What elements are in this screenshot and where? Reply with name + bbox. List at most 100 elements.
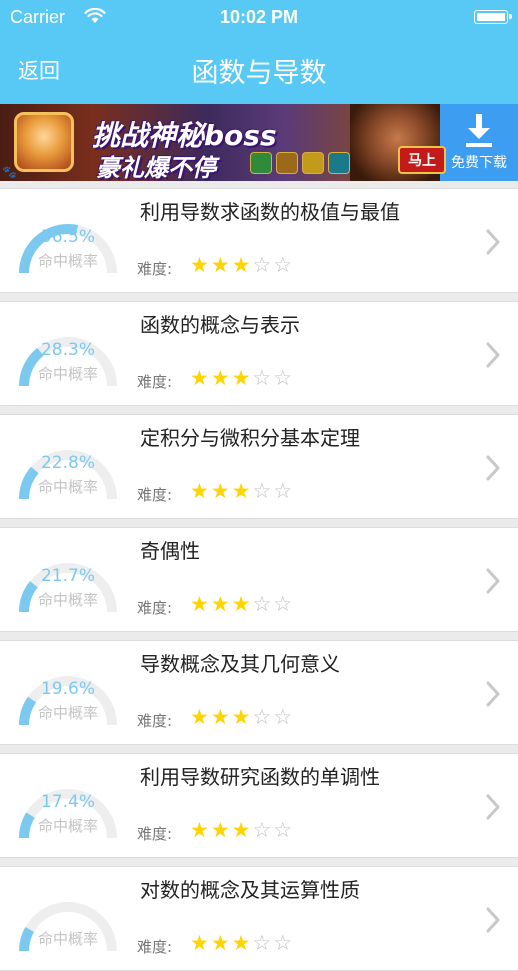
status-bar: Carrier 10:02 PM [0,0,518,36]
star-icon: ☆ [252,931,274,955]
topic-title: 导数概念及其几何意义 [140,652,340,676]
topic-title: 利用导数求函数的极值与最值 [140,200,400,224]
star-icon: ★ [231,705,253,729]
gem-icon [250,152,272,174]
star-icon: ★ [190,366,211,390]
probability-label: 命中概率 [37,365,98,383]
list-item[interactable]: 命中概率 对数的概念及其运算性质 难度: ★★★☆☆ [0,866,518,971]
star-icon: ★ [210,705,232,729]
difficulty-label: 难度: [137,938,173,956]
ad-subheadline: 豪礼爆不停 [96,154,216,181]
probability-label: 命中概率 [37,817,98,835]
difficulty-label: 难度: [137,486,173,504]
topic-title: 奇偶性 [140,539,200,563]
star-icon: ★ [190,931,211,955]
difficulty-stars: ★★★☆☆ [190,818,294,842]
star-icon: ★ [231,592,253,616]
battery-icon [474,10,512,24]
nav-bar: 返回 函数与导数 [0,36,518,104]
chevron-right-icon [486,794,500,820]
status-time: 10:02 PM [219,7,299,27]
chevron-right-icon [486,342,500,368]
star-icon: ★ [190,592,211,616]
probability-label: 命中概率 [37,252,98,270]
topic-title: 对数的概念及其运算性质 [140,878,360,902]
star-icon: ☆ [252,705,274,729]
probability-value: 22.8% [40,453,95,473]
star-icon: ☆ [273,705,295,729]
difficulty-stars: ★★★☆☆ [190,931,294,955]
ad-cta-button[interactable]: 马上 [398,146,446,174]
star-icon: ☆ [273,366,295,390]
star-icon: ★ [190,479,211,503]
list-item[interactable]: 17.4% 命中概率 利用导数研究函数的单调性 难度: ★★★☆☆ [0,753,518,858]
star-icon: ★ [210,592,232,616]
probability-value: 56.5% [40,227,95,247]
chevron-right-icon [486,455,500,481]
list-item[interactable]: 56.5% 命中概率 利用导数求函数的极值与最值 难度: ★★★☆☆ [0,188,518,293]
gem-icon [328,152,350,174]
probability-label: 命中概率 [37,478,98,496]
chevron-right-icon [486,907,500,933]
topic-title: 函数的概念与表示 [140,313,300,337]
probability-value: 21.7% [40,566,95,586]
star-icon: ★ [190,818,211,842]
game-logo-icon [14,112,74,172]
difficulty-label: 难度: [137,260,173,278]
chevron-right-icon [486,681,500,707]
star-icon: ☆ [252,818,274,842]
chevron-right-icon [486,229,500,255]
star-icon: ☆ [252,592,274,616]
difficulty-stars: ★★★☆☆ [190,705,294,729]
star-icon: ★ [190,705,211,729]
star-icon: ★ [190,253,211,277]
list-item[interactable]: 19.6% 命中概率 导数概念及其几何意义 难度: ★★★☆☆ [0,640,518,745]
difficulty-label: 难度: [137,373,173,391]
star-icon: ★ [210,818,232,842]
topic-title: 定积分与微积分基本定理 [140,426,360,450]
probability-gauge [19,902,117,952]
probability-value: 28.3% [40,340,95,360]
star-icon: ☆ [252,366,274,390]
star-icon: ★ [210,479,232,503]
difficulty-stars: ★★★☆☆ [190,253,294,277]
difficulty-label: 难度: [137,825,173,843]
chevron-right-icon [486,568,500,594]
list-item[interactable]: 22.8% 命中概率 定积分与微积分基本定理 难度: ★★★☆☆ [0,414,518,519]
probability-label: 命中概率 [37,704,98,722]
star-icon: ☆ [252,253,274,277]
star-icon: ☆ [273,818,295,842]
star-icon: ★ [231,253,253,277]
page-title: 函数与导数 [191,58,327,89]
coin-icon [302,152,324,174]
list-item[interactable]: 28.3% 命中概率 函数的概念与表示 难度: ★★★☆☆ [0,301,518,406]
star-icon: ★ [231,818,253,842]
probability-value: 19.6% [40,679,95,699]
free-download-button[interactable]: 免费下载 [440,104,518,181]
probability-label: 命中概率 [37,591,98,609]
star-icon: ☆ [252,479,274,503]
star-icon: ★ [210,931,232,955]
star-icon: ★ [231,479,253,503]
difficulty-stars: ★★★☆☆ [190,366,294,390]
download-icon [466,114,492,147]
probability-value: 17.4% [40,792,95,812]
star-icon: ☆ [273,931,295,955]
star-icon: ☆ [273,253,295,277]
paw-icon: 🐾 [2,165,17,179]
gem-icon [276,152,298,174]
star-icon: ☆ [273,479,295,503]
difficulty-label: 难度: [137,599,173,617]
star-icon: ★ [231,366,253,390]
download-label: 免费下载 [451,155,507,171]
difficulty-label: 难度: [137,712,173,730]
star-icon: ★ [231,931,253,955]
star-icon: ★ [210,253,232,277]
difficulty-stars: ★★★☆☆ [190,592,294,616]
probability-label: 命中概率 [37,930,98,948]
star-icon: ★ [210,366,232,390]
list-item[interactable]: 21.7% 命中概率 奇偶性 难度: ★★★☆☆ [0,527,518,632]
difficulty-stars: ★★★☆☆ [190,479,294,503]
topic-title: 利用导数研究函数的单调性 [140,765,380,789]
star-icon: ☆ [273,592,295,616]
